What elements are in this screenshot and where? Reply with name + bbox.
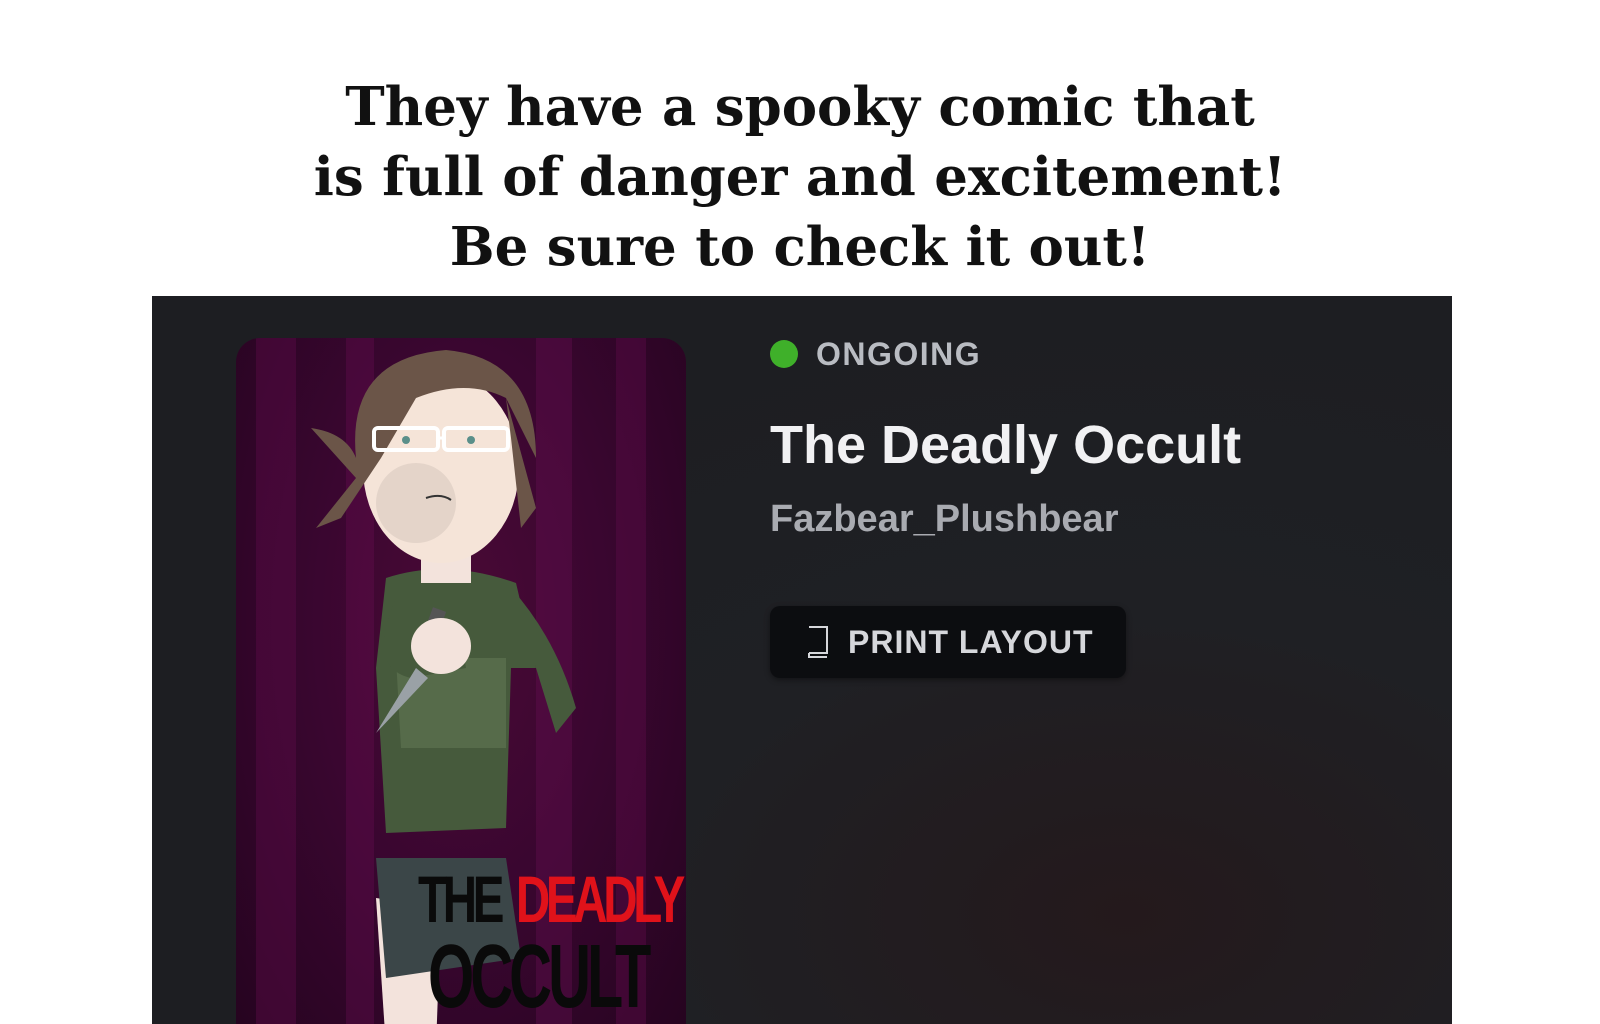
cover-title-word-occult: OCCULT <box>428 927 651 1024</box>
caption-text: They have a spooky comic that is full of… <box>0 72 1600 282</box>
comic-author[interactable]: Fazbear_Plushbear <box>770 498 1118 541</box>
comic-cover-image[interactable]: THE DEADLY OCCULT <box>236 338 686 1024</box>
status-indicator: ONGOING <box>770 336 981 372</box>
comic-info: ONGOING The Deadly Occult Fazbear_Plushb… <box>770 296 1410 996</box>
cover-title-word-deadly: DEADLY <box>515 862 685 936</box>
comic-card: THE DEADLY OCCULT ONGOING The Deadly Occu… <box>152 296 1452 1024</box>
cover-title-word-the: THE <box>418 862 504 936</box>
print-layout-button[interactable]: PRINT LAYOUT <box>770 606 1126 678</box>
page: They have a spooky comic that is full of… <box>0 0 1600 1024</box>
comic-title: The Deadly Occult <box>770 415 1242 475</box>
status-dot-icon <box>770 340 798 368</box>
print-layout-label: PRINT LAYOUT <box>848 623 1094 660</box>
caption-line-2: is full of danger and excitement! <box>313 146 1287 208</box>
caption-line-3: Be sure to check it out! <box>449 216 1151 278</box>
caption-line-1: They have a spooky comic that <box>345 76 1255 138</box>
book-icon <box>804 624 832 660</box>
status-label: ONGOING <box>816 335 982 372</box>
cover-title-line-1: THE DEADLY <box>418 866 685 932</box>
